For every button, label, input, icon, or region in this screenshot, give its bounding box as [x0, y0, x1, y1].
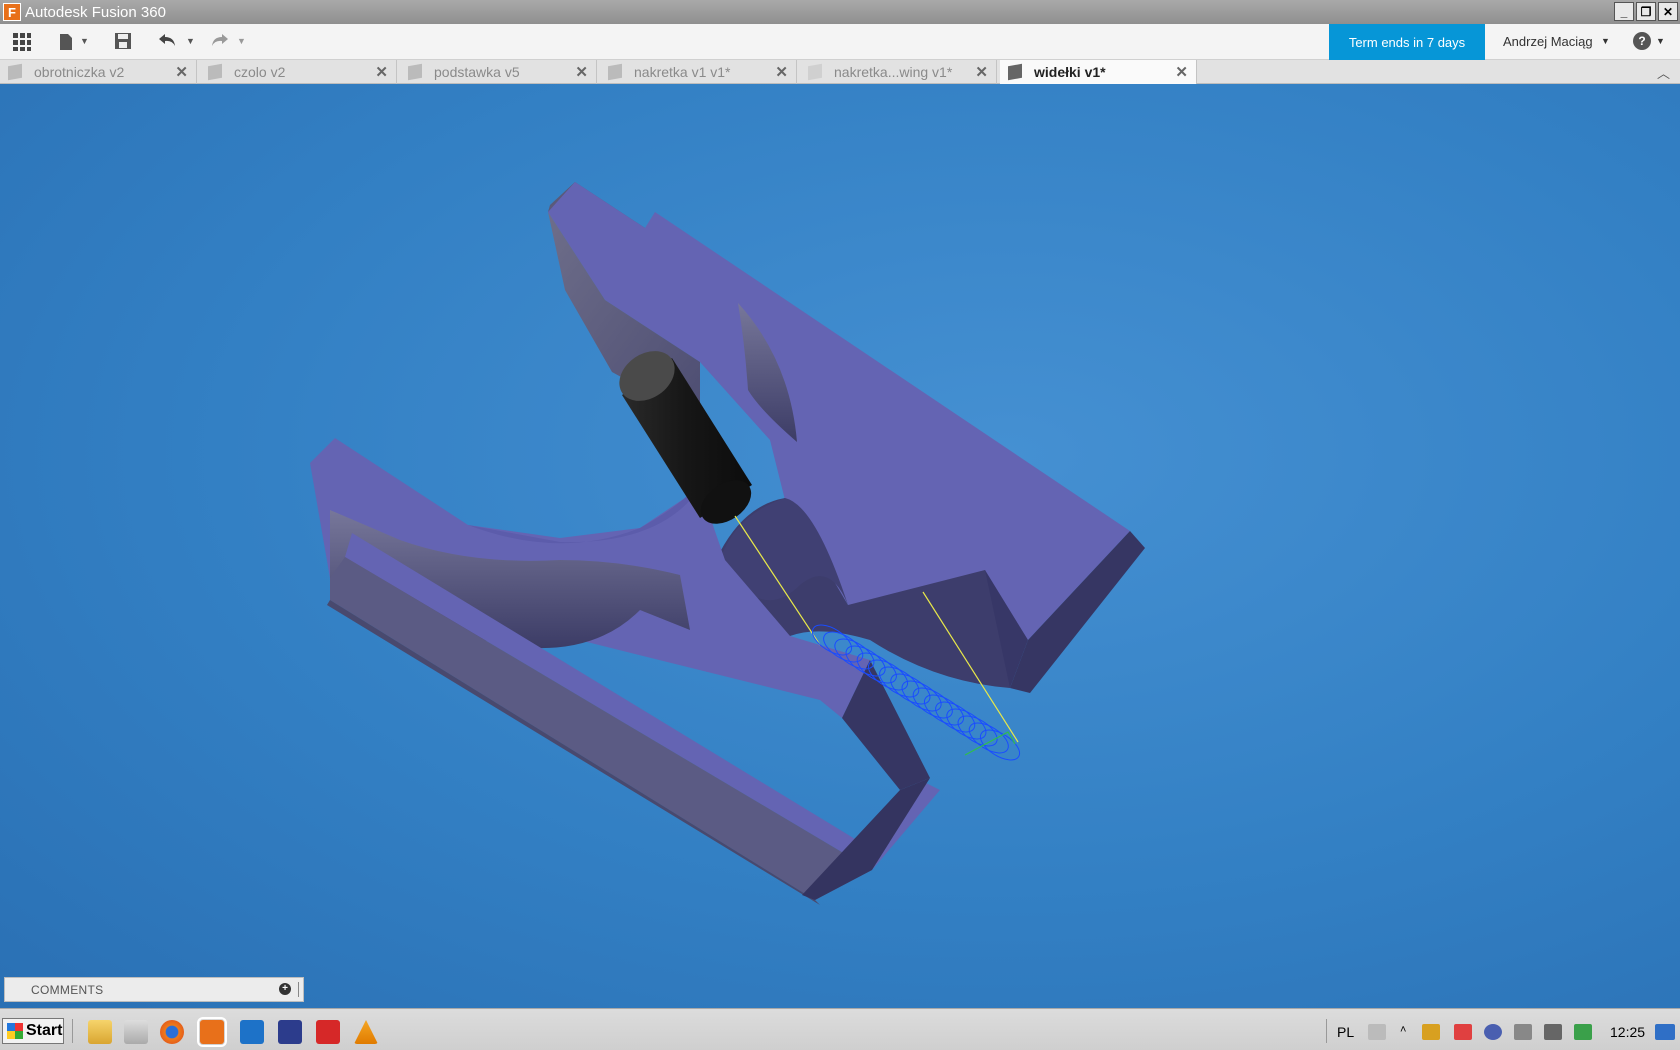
tab-podstawka[interactable]: podstawka v5 ✕ — [400, 60, 597, 84]
vlc-icon[interactable] — [354, 1020, 378, 1044]
fork-part-model[interactable] — [0, 84, 1680, 1008]
tab-nakretka-drawing[interactable]: nakretka...wing v1* ✕ — [800, 60, 997, 84]
tab-obrotniczka[interactable]: obrotniczka v2 ✕ — [0, 60, 197, 84]
title-bar: F Autodesk Fusion 360 _ ❐ ✕ — [0, 0, 1680, 24]
ezcad-icon[interactable] — [316, 1020, 340, 1044]
start-label: Start — [26, 1022, 63, 1039]
file-menu-icon[interactable] — [58, 32, 74, 56]
close-tab-icon[interactable]: ✕ — [975, 63, 988, 81]
show-desktop-icon[interactable] — [1655, 1024, 1675, 1040]
close-tab-icon[interactable]: ✕ — [775, 63, 788, 81]
collapse-tabs-icon[interactable]: ︿ — [1657, 63, 1670, 82]
fusion-360-taskbar-icon[interactable] — [197, 1017, 227, 1047]
design-cube-icon — [1008, 63, 1022, 81]
power-icon[interactable] — [1484, 1024, 1502, 1040]
show-hidden-icons-icon[interactable]: ˄ — [1400, 1024, 1406, 1036]
close-button[interactable]: ✕ — [1658, 2, 1678, 21]
minimize-button[interactable]: _ — [1614, 2, 1634, 21]
window-controls: _ ❐ ✕ — [1614, 2, 1678, 21]
document-tab-bar: obrotniczka v2 ✕ czolo v2 ✕ podstawka v5… — [0, 60, 1680, 84]
tab-czolo[interactable]: czolo v2 ✕ — [200, 60, 397, 84]
tab-label: nakretka v1 v1* — [634, 64, 731, 80]
drawing-sheet-icon — [808, 63, 822, 81]
tab-widelki[interactable]: widełki v1* ✕ — [1000, 60, 1197, 84]
floppy-save-icon[interactable] — [278, 1020, 302, 1044]
close-tab-icon[interactable]: ✕ — [1175, 63, 1188, 81]
network-icon[interactable] — [1544, 1024, 1562, 1040]
fusion-logo-icon: F — [3, 3, 21, 21]
add-comment-icon[interactable]: + — [279, 983, 291, 995]
panel-grip-icon[interactable] — [298, 982, 301, 997]
window-title: Autodesk Fusion 360 — [25, 3, 166, 21]
tab-label: czolo v2 — [234, 64, 286, 80]
undo-icon[interactable] — [158, 32, 178, 52]
close-tab-icon[interactable]: ✕ — [375, 63, 388, 81]
taskbar-separator — [72, 1019, 73, 1043]
media-player-icon[interactable] — [124, 1020, 148, 1044]
action-center-icon[interactable] — [1454, 1024, 1472, 1040]
keyboard-icon[interactable] — [1368, 1024, 1386, 1040]
design-cube-icon — [408, 63, 422, 81]
os-taskbar: Start PL ˄ 12:25 — [0, 1008, 1680, 1050]
tray-separator — [1326, 1019, 1327, 1043]
file-menu-caret-icon[interactable]: ▼ — [80, 36, 89, 46]
clock[interactable]: 12:25 — [1610, 1024, 1645, 1040]
file-explorer-icon[interactable] — [88, 1020, 112, 1044]
comments-panel[interactable]: COMMENTS + — [4, 977, 304, 1002]
close-tab-icon[interactable]: ✕ — [175, 63, 188, 81]
tab-label: nakretka...wing v1* — [834, 64, 953, 80]
restore-button[interactable]: ❐ — [1636, 2, 1656, 21]
apps-grid-icon[interactable] — [12, 32, 32, 56]
help-icon[interactable]: ? — [1633, 32, 1651, 50]
design-cube-icon — [608, 63, 622, 81]
main-toolbar: ▼ ▼ ▼ Term ends in 7 days Andrzej Maciąg… — [0, 24, 1680, 60]
app-window-icon[interactable] — [240, 1020, 264, 1044]
firefox-icon[interactable] — [160, 1020, 184, 1044]
tab-nakretka-v1[interactable]: nakretka v1 v1* ✕ — [600, 60, 797, 84]
user-menu-caret-icon[interactable]: ▼ — [1601, 36, 1610, 46]
tab-label: widełki v1* — [1034, 64, 1106, 80]
redo-icon[interactable] — [209, 32, 229, 52]
design-cube-icon — [8, 63, 22, 81]
start-button[interactable]: Start — [2, 1018, 64, 1044]
language-indicator[interactable]: PL — [1337, 1024, 1354, 1040]
undo-caret-icon[interactable]: ▼ — [186, 36, 195, 46]
design-cube-icon — [208, 63, 222, 81]
canvas-viewport[interactable] — [0, 84, 1680, 1008]
redo-caret-icon[interactable]: ▼ — [237, 36, 246, 46]
tray-app-icon[interactable] — [1422, 1024, 1440, 1040]
windows-flag-icon — [7, 1023, 23, 1039]
help-menu-caret-icon[interactable]: ▼ — [1656, 36, 1665, 46]
tab-label: obrotniczka v2 — [34, 64, 125, 80]
comments-label: COMMENTS — [31, 982, 104, 997]
close-tab-icon[interactable]: ✕ — [575, 63, 588, 81]
subscription-term-button[interactable]: Term ends in 7 days — [1329, 24, 1485, 60]
security-icon[interactable] — [1574, 1024, 1592, 1040]
save-icon[interactable] — [114, 32, 132, 54]
volume-icon[interactable] — [1514, 1024, 1532, 1040]
tab-label: podstawka v5 — [434, 64, 520, 80]
user-name[interactable]: Andrzej Maciąg — [1503, 34, 1593, 49]
